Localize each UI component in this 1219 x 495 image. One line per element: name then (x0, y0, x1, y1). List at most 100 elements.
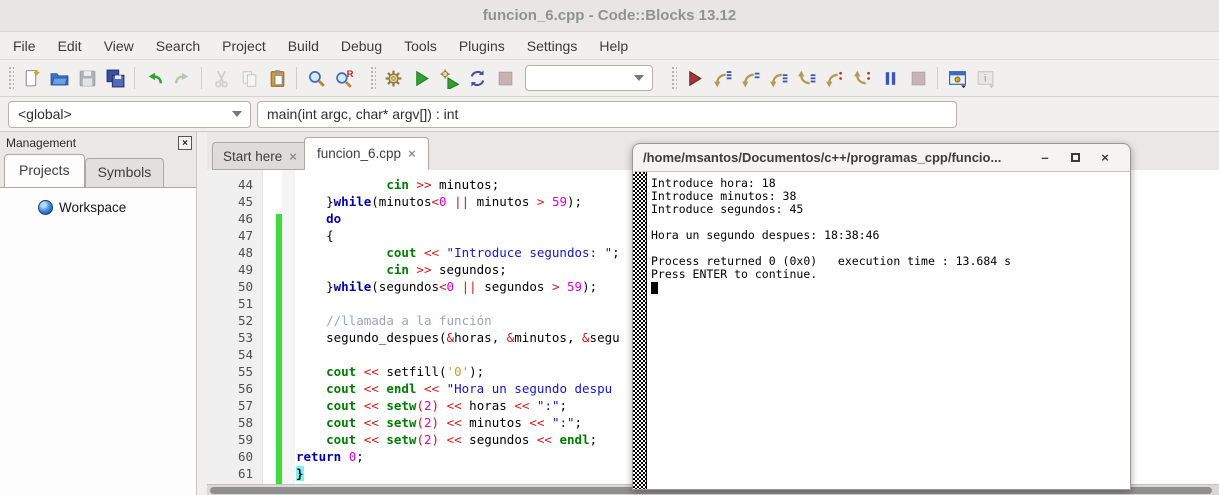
svg-text:R: R (346, 68, 353, 79)
projects-tree: Workspace (0, 187, 196, 495)
function-select[interactable]: main(int argc, char* argv[]) : int (257, 101, 957, 128)
close-icon[interactable]: × (289, 149, 297, 164)
function-select-value: main(int argc, char* argv[]) : int (267, 106, 458, 122)
toolbar-grip[interactable] (670, 65, 677, 91)
new-file-button[interactable] (17, 64, 45, 92)
folder-open-icon (49, 68, 70, 89)
redo-button[interactable] (168, 64, 196, 92)
tab-label: funcion_6.cpp (317, 146, 401, 161)
step3-icon (768, 68, 789, 89)
menu-item-settings[interactable]: Settings (516, 34, 589, 58)
menu-item-view[interactable]: View (93, 34, 145, 58)
management-tabs: ProjectsSymbols (0, 154, 196, 187)
window-title: funcion_6.cpp - Code::Blocks 13.12 (483, 7, 736, 24)
fold-margin (282, 170, 295, 484)
menu-item-edit[interactable]: Edit (47, 34, 93, 58)
line-number: 44 (213, 176, 253, 193)
menu-item-debug[interactable]: Debug (330, 34, 393, 58)
menu-item-build[interactable]: Build (277, 34, 330, 58)
line-number: 54 (213, 346, 253, 363)
line-number: 47 (213, 227, 253, 244)
build-and-run-button[interactable] (435, 64, 463, 92)
toolbar-separator (201, 67, 202, 89)
build-button[interactable] (379, 64, 407, 92)
line-number: 51 (213, 295, 253, 312)
minimize-icon[interactable]: – (1030, 150, 1060, 165)
save-all-button[interactable] (101, 64, 129, 92)
line-number: 57 (213, 397, 253, 414)
menu-item-tools[interactable]: Tools (393, 34, 448, 58)
line-number: 49 (213, 261, 253, 278)
tree-item-workspace[interactable]: Workspace (0, 188, 196, 215)
code-line-52: //llamada a la función (296, 312, 492, 329)
paste-icon (267, 68, 288, 89)
step-out-button[interactable] (792, 64, 820, 92)
code-line-46: do (296, 210, 341, 227)
debug-continue-button[interactable] (680, 64, 708, 92)
replace-button[interactable]: R (330, 64, 358, 92)
undo-button[interactable] (140, 64, 168, 92)
run-to-cursor-button[interactable] (708, 64, 736, 92)
find-button[interactable] (302, 64, 330, 92)
various-info-button[interactable]: i (971, 64, 999, 92)
menu-item-file[interactable]: File (2, 34, 47, 58)
management-tab-projects[interactable]: Projects (4, 154, 85, 187)
paste-button[interactable] (263, 64, 291, 92)
step-into-button[interactable] (764, 64, 792, 92)
rebuild-button[interactable] (463, 64, 491, 92)
chevron-down-icon (232, 111, 242, 117)
abort-button[interactable] (491, 64, 519, 92)
cut-button[interactable] (207, 64, 235, 92)
next-instruction-button[interactable] (820, 64, 848, 92)
close-icon[interactable]: × (408, 146, 416, 161)
toolbar-grip[interactable] (7, 65, 14, 91)
terminal-line: Hora un segundo despues: 18:38:46 (651, 229, 1011, 242)
run-icon (411, 68, 432, 89)
terminal-output: Introduce hora: 18Introduce minutos: 38I… (647, 172, 1015, 489)
copy-button[interactable] (235, 64, 263, 92)
abort-icon (495, 68, 516, 89)
terminal-titlebar[interactable]: /home/msantos/Documentos/c++/programas_c… (632, 143, 1131, 172)
debugging-windows-button[interactable] (943, 64, 971, 92)
build-target-select[interactable] (525, 65, 653, 91)
menu-item-search[interactable]: Search (145, 34, 211, 58)
save-button[interactable] (73, 64, 101, 92)
break-debugger-button[interactable] (876, 64, 904, 92)
step2-icon (740, 68, 761, 89)
stop-icon (908, 68, 929, 89)
stop-debugger-button[interactable] (904, 64, 932, 92)
file-toolbar: R (0, 60, 362, 96)
dbg-windows-icon (947, 68, 968, 89)
management-title: Management (6, 136, 76, 150)
chevron-down-icon (634, 75, 644, 81)
window-titlebar[interactable]: funcion_6.cpp - Code::Blocks 13.12 (0, 0, 1219, 32)
menu-item-plugins[interactable]: Plugins (448, 34, 516, 58)
management-tab-symbols[interactable]: Symbols (85, 158, 165, 187)
menu-item-project[interactable]: Project (211, 34, 277, 58)
scope-select[interactable]: <global> (8, 101, 251, 128)
open-file-button[interactable] (45, 64, 73, 92)
step1-icon (712, 68, 733, 89)
tab-funcion-6-cpp[interactable]: funcion_6.cpp × (304, 137, 429, 170)
code-line-55: cout << setfill('0'); (296, 363, 484, 380)
code-line-59: cout << setw(2) << segundos << endl; (296, 431, 597, 448)
line-number: 61 (213, 465, 253, 482)
menu-item-help[interactable]: Help (588, 34, 639, 58)
scope-select-value: <global> (18, 106, 72, 122)
run-button[interactable] (407, 64, 435, 92)
menu-bar: FileEditViewSearchProjectBuildDebugTools… (0, 32, 1219, 60)
terminal-scrollbar[interactable] (633, 172, 647, 489)
terminal-body: Introduce hora: 18Introduce minutos: 38I… (632, 172, 1131, 490)
terminal-line: Press ENTER to continue. (651, 268, 1011, 281)
step-into-instruction-button[interactable] (848, 64, 876, 92)
next-line-button[interactable] (736, 64, 764, 92)
save-all-icon (105, 68, 126, 89)
maximize-icon[interactable] (1060, 150, 1090, 165)
toolbar-grip[interactable] (369, 65, 376, 91)
close-icon[interactable]: × (1090, 150, 1120, 165)
code-line-57: cout << setw(2) << horas << ":"; (296, 397, 567, 414)
line-number: 60 (213, 448, 253, 465)
workspace-globe-icon (38, 200, 53, 215)
close-icon[interactable]: × (178, 136, 192, 150)
tab-start-here[interactable]: Start here × (212, 142, 308, 170)
